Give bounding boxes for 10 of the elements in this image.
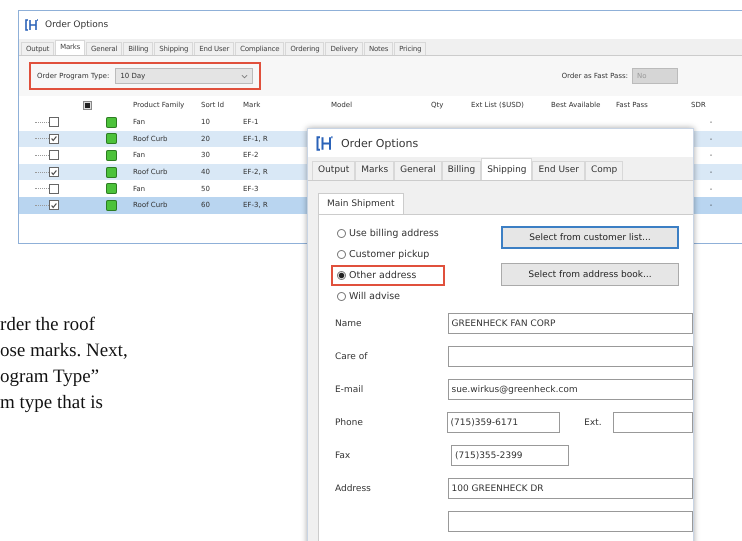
field-label: Name <box>334 318 363 328</box>
field-label: E-mail <box>334 384 364 394</box>
field-label: Ext. <box>584 418 603 428</box>
body-text: rder the roof ose marks. Next, ogram Type” m type that is <box>0 313 128 415</box>
field-label: Address <box>334 484 372 494</box>
window-title: Order Options <box>45 20 108 30</box>
window-title: Order Options <box>341 136 418 150</box>
field-label: Phone <box>334 418 364 428</box>
field-label: Fax <box>334 450 352 460</box>
field-label: Care of <box>334 352 368 362</box>
